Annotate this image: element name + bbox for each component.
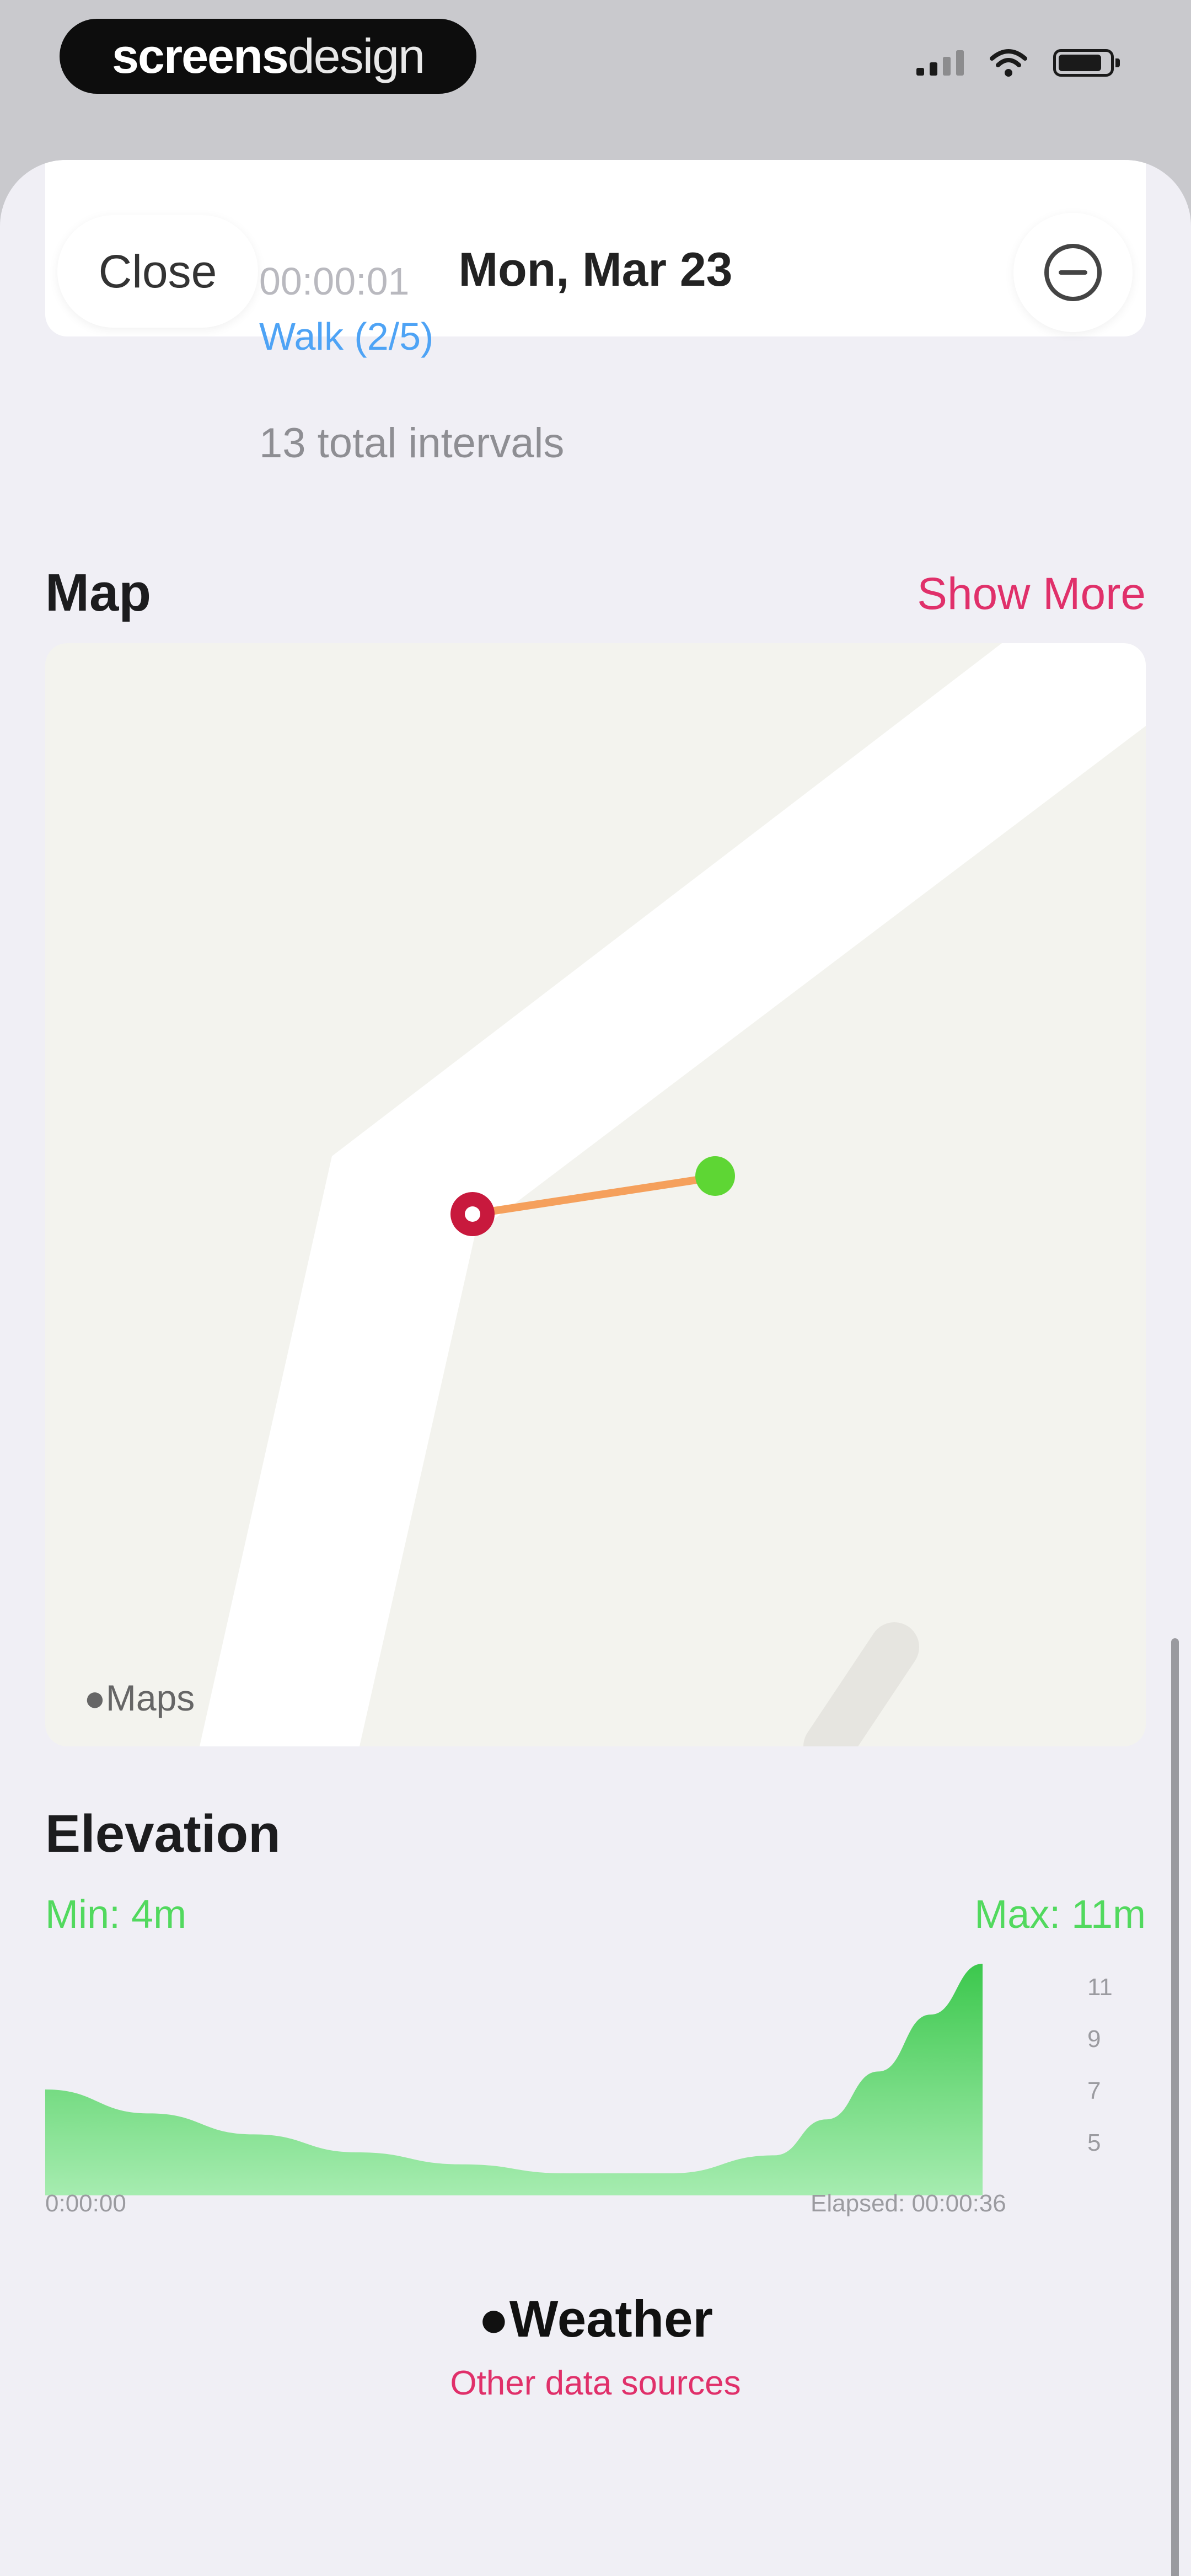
maps-attribution: ●Maps — [84, 1677, 195, 1719]
battery-icon — [1053, 49, 1120, 77]
map-section-title: Map — [45, 563, 151, 622]
brand-watermark: screens design — [60, 19, 476, 94]
status-icons — [916, 49, 1120, 77]
elevation-max: Max: 11m — [974, 1893, 1146, 1937]
other-data-sources-link[interactable]: Other data sources — [0, 2364, 1191, 2403]
status-bar: screens design — [0, 0, 1191, 149]
route-start-marker — [695, 1156, 735, 1196]
elevation-section-title: Elevation — [45, 1804, 281, 1863]
y-tick-label: 9 — [1087, 2025, 1101, 2053]
minus-circle-icon — [1044, 244, 1102, 301]
brand-light-text: design — [287, 29, 425, 83]
cellular-signal-icon — [916, 50, 964, 76]
route-map[interactable]: ●Maps — [45, 643, 1146, 1746]
elevation-chart — [45, 1964, 983, 2195]
options-button[interactable] — [1013, 213, 1133, 332]
elevation-min: Min: 4m — [45, 1893, 187, 1937]
brand-bold-text: screens — [111, 29, 289, 83]
weather-label: Weather — [509, 2290, 713, 2348]
y-tick-label: 11 — [1087, 1974, 1113, 2001]
current-interval-link[interactable]: Walk (2/5) — [259, 314, 433, 359]
y-tick-label: 7 — [1087, 2077, 1101, 2104]
y-tick-label: 5 — [1087, 2129, 1101, 2156]
wifi-icon — [990, 49, 1027, 77]
x-tick-end: Elapsed: 00:00:36 — [811, 2190, 1006, 2217]
sheet-title: Mon, Mar 23 — [458, 243, 733, 296]
scroll-indicator[interactable] — [1171, 1638, 1179, 2576]
workout-detail-sheet: 00:00:01 Walk (2/5) 13 total intervals C… — [0, 160, 1191, 2576]
x-tick-start: 0:00:00 — [45, 2190, 126, 2217]
apple-logo-icon: ● — [84, 1677, 106, 1718]
weather-attribution: ●Weather — [0, 2289, 1191, 2349]
map-canvas — [200, 643, 1146, 1746]
maps-attribution-text: Maps — [105, 1677, 195, 1718]
total-intervals: 13 total intervals — [259, 420, 565, 467]
elevation-area — [45, 1964, 983, 2195]
apple-logo-icon: ● — [478, 2290, 509, 2348]
show-more-link[interactable]: Show More — [917, 568, 1146, 620]
